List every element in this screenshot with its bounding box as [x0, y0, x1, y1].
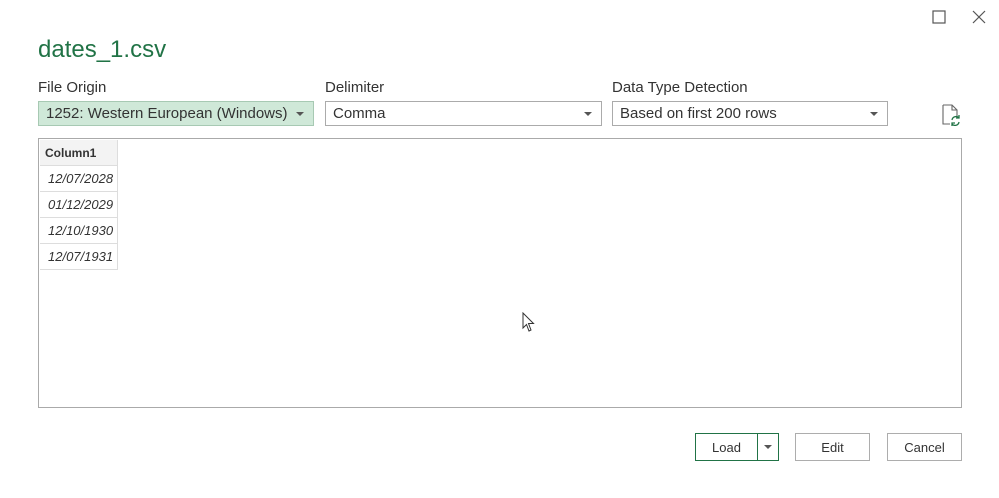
table-row: 12/07/1931 — [40, 243, 119, 270]
table-row: 12/10/1930 — [40, 217, 119, 244]
table-row: 01/12/2029 — [40, 191, 119, 218]
table-cell: 12/07/2028 — [40, 165, 119, 192]
file-origin-value: 1252: Western European (Windows) — [46, 105, 287, 122]
file-origin-dropdown[interactable]: 1252: Western European (Windows) — [38, 101, 314, 126]
table-cell: 01/12/2029 — [40, 191, 119, 218]
preview-table: Column1 12/07/2028 01/12/2029 12/10/1930… — [40, 140, 119, 270]
data-preview-pane[interactable]: Column1 12/07/2028 01/12/2029 12/10/1930… — [38, 138, 962, 408]
cancel-button[interactable]: Cancel — [887, 433, 962, 461]
load-split-button: Load — [695, 433, 779, 461]
chevron-down-icon — [287, 102, 313, 125]
data-type-detection-dropdown[interactable]: Based on first 200 rows — [612, 101, 888, 126]
delimiter-dropdown[interactable]: Comma — [325, 101, 602, 126]
load-button[interactable]: Load — [696, 434, 758, 460]
close-button[interactable] — [969, 7, 989, 27]
chevron-down-icon — [861, 102, 887, 125]
refresh-file-icon — [942, 104, 960, 127]
table-row: 12/07/2028 — [40, 165, 119, 192]
chevron-down-icon — [575, 102, 601, 125]
column-header[interactable]: Column1 — [40, 140, 119, 166]
dialog-title: dates_1.csv — [38, 36, 167, 63]
maximize-icon — [932, 10, 946, 24]
load-options-dropdown[interactable] — [758, 434, 778, 460]
edit-button[interactable]: Edit — [795, 433, 870, 461]
chevron-down-icon — [764, 445, 772, 449]
data-type-detection-label: Data Type Detection — [612, 79, 748, 96]
close-icon — [972, 10, 986, 24]
table-cell: 12/07/1931 — [40, 243, 119, 270]
file-origin-label: File Origin — [38, 79, 107, 96]
delimiter-value: Comma — [333, 105, 386, 122]
maximize-button[interactable] — [929, 7, 949, 27]
data-type-detection-value: Based on first 200 rows — [620, 105, 777, 122]
mouse-pointer-icon — [522, 311, 536, 339]
table-cell: 12/10/1930 — [40, 217, 119, 244]
delimiter-label: Delimiter — [325, 79, 385, 96]
refresh-preview-button[interactable] — [940, 104, 962, 127]
